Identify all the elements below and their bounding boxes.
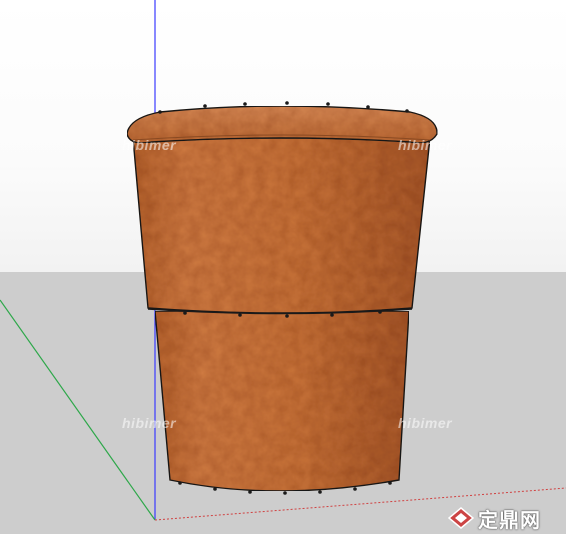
watermark-text: hibimer xyxy=(398,415,453,431)
green-axis-line xyxy=(0,299,156,521)
pot-upper-body[interactable] xyxy=(132,137,431,314)
brand-text: 定鼎网 xyxy=(478,509,541,532)
pot-lower-body[interactable] xyxy=(154,310,410,492)
watermark-text: hibimer xyxy=(122,415,177,431)
watermark-text: hibimer xyxy=(398,137,453,153)
sketchup-viewport[interactable]: hibimer hibimer hibimer hibimer 定鼎网 xyxy=(0,0,566,534)
brand-logo: 定鼎网 xyxy=(448,506,541,532)
model-scene[interactable] xyxy=(0,0,566,534)
brand-diamond-icon xyxy=(448,507,474,529)
watermark-text: hibimer xyxy=(122,137,177,153)
